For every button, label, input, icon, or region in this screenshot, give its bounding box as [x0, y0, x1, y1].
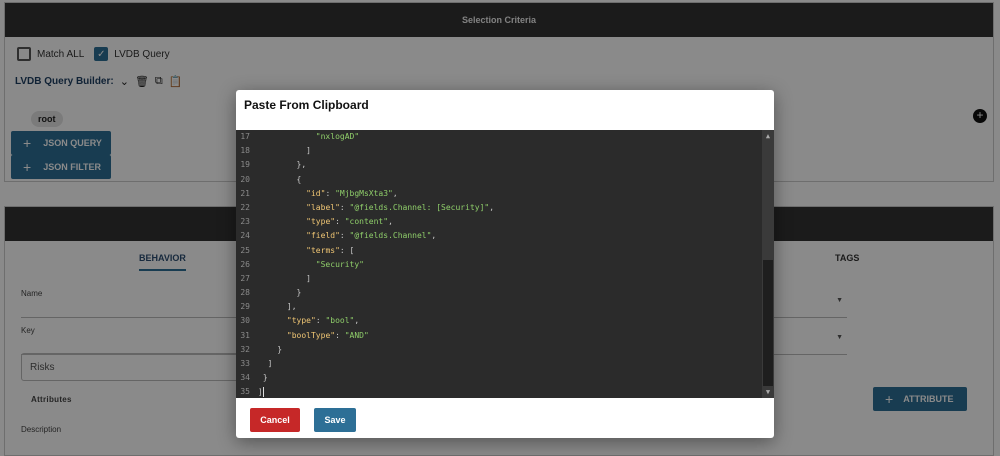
code-line: 29 ], [236, 302, 774, 316]
code-text: "Security" [315, 259, 364, 269]
code-text: } [258, 288, 302, 298]
code-line: 21 "id": "MjbgMsXta3", [236, 189, 774, 203]
code-text: "id": "MjbgMsXta3", [306, 188, 398, 198]
line-number: 22 [240, 202, 250, 212]
code-text: "type": "bool", [286, 316, 360, 326]
line-number: 26 [240, 259, 250, 269]
code-text: } [258, 344, 283, 354]
code-text: ] [258, 273, 311, 283]
scroll-down-icon[interactable]: ▼ [762, 386, 774, 398]
dialog-title: Paste From Clipboard [244, 98, 369, 112]
line-number: 18 [240, 146, 250, 156]
code-line: 30 "type": "bool", [236, 316, 774, 330]
line-number: 20 [240, 174, 250, 184]
code-line: 17 "nxlogAD" [236, 132, 774, 146]
line-number: 32 [240, 344, 250, 354]
code-text: "type": "content", [306, 217, 393, 227]
line-number: 23 [240, 217, 250, 227]
paste-from-clipboard-dialog: Paste From Clipboard 17 "nxlogAD" 18 ] 19 … [236, 90, 774, 438]
line-number: 31 [240, 330, 250, 340]
code-text: ] [258, 146, 311, 156]
code-line: 20 { [236, 175, 774, 189]
line-number: 28 [240, 288, 250, 298]
line-number: 35 [240, 387, 250, 397]
scrollbar-thumb[interactable] [763, 260, 773, 386]
code-line: 24 "field": "@fields.Channel", [236, 231, 774, 245]
code-text: ] [258, 359, 273, 368]
code-text: }, [258, 160, 307, 170]
code-text: } [258, 373, 268, 383]
code-text: "field": "@fields.Channel", [306, 231, 437, 241]
code-line: 22 "label": "@fields.Channel: [Security]… [236, 203, 774, 217]
code-text: "terms": [ [306, 245, 355, 255]
code-line: 35] [236, 387, 774, 398]
code-line: 23 "type": "content", [236, 217, 774, 231]
scroll-up-icon[interactable]: ▲ [762, 130, 774, 142]
code-line: 25 "terms": [ [236, 246, 774, 260]
code-line: 19 }, [236, 160, 774, 174]
line-number: 17 [240, 132, 250, 141]
line-number: 30 [240, 316, 250, 326]
code-line: 27 ] [236, 274, 774, 288]
code-text: ], [258, 302, 297, 312]
line-number: 34 [240, 373, 250, 383]
save-button[interactable]: Save [314, 408, 356, 432]
dialog-actions: Cancel Save [250, 408, 356, 432]
line-number: 29 [240, 302, 250, 312]
json-code-editor[interactable]: 17 "nxlogAD" 18 ] 19 }, 20 {21 "id": "MjbgM… [236, 130, 774, 398]
code-line: 33 ] [236, 359, 774, 373]
line-number: 24 [240, 231, 250, 241]
code-text: "nxlogAD" [315, 132, 360, 141]
line-number: 19 [240, 160, 250, 170]
code-lines: 17 "nxlogAD" 18 ] 19 }, 20 {21 "id": "MjbgM… [236, 130, 774, 398]
text-cursor [262, 387, 264, 398]
line-number: 27 [240, 273, 250, 283]
code-line: 34 } [236, 373, 774, 387]
code-line: 28 } [236, 288, 774, 302]
code-text: ] [258, 387, 264, 398]
editor-scrollbar[interactable]: ▲ ▼ [762, 130, 774, 398]
line-number: 33 [240, 359, 250, 368]
code-text: { [258, 174, 302, 184]
code-line: 26 "Security" [236, 260, 774, 274]
code-line: 31 "boolType": "AND" [236, 331, 774, 345]
code-text: "boolType": "AND" [286, 330, 369, 340]
code-line: 18 ] [236, 146, 774, 160]
line-number: 21 [240, 188, 250, 198]
code-text: "label": "@fields.Channel: [Security]", [306, 202, 495, 212]
line-number: 25 [240, 245, 250, 255]
cancel-button[interactable]: Cancel [250, 408, 300, 432]
code-line: 32 } [236, 345, 774, 359]
